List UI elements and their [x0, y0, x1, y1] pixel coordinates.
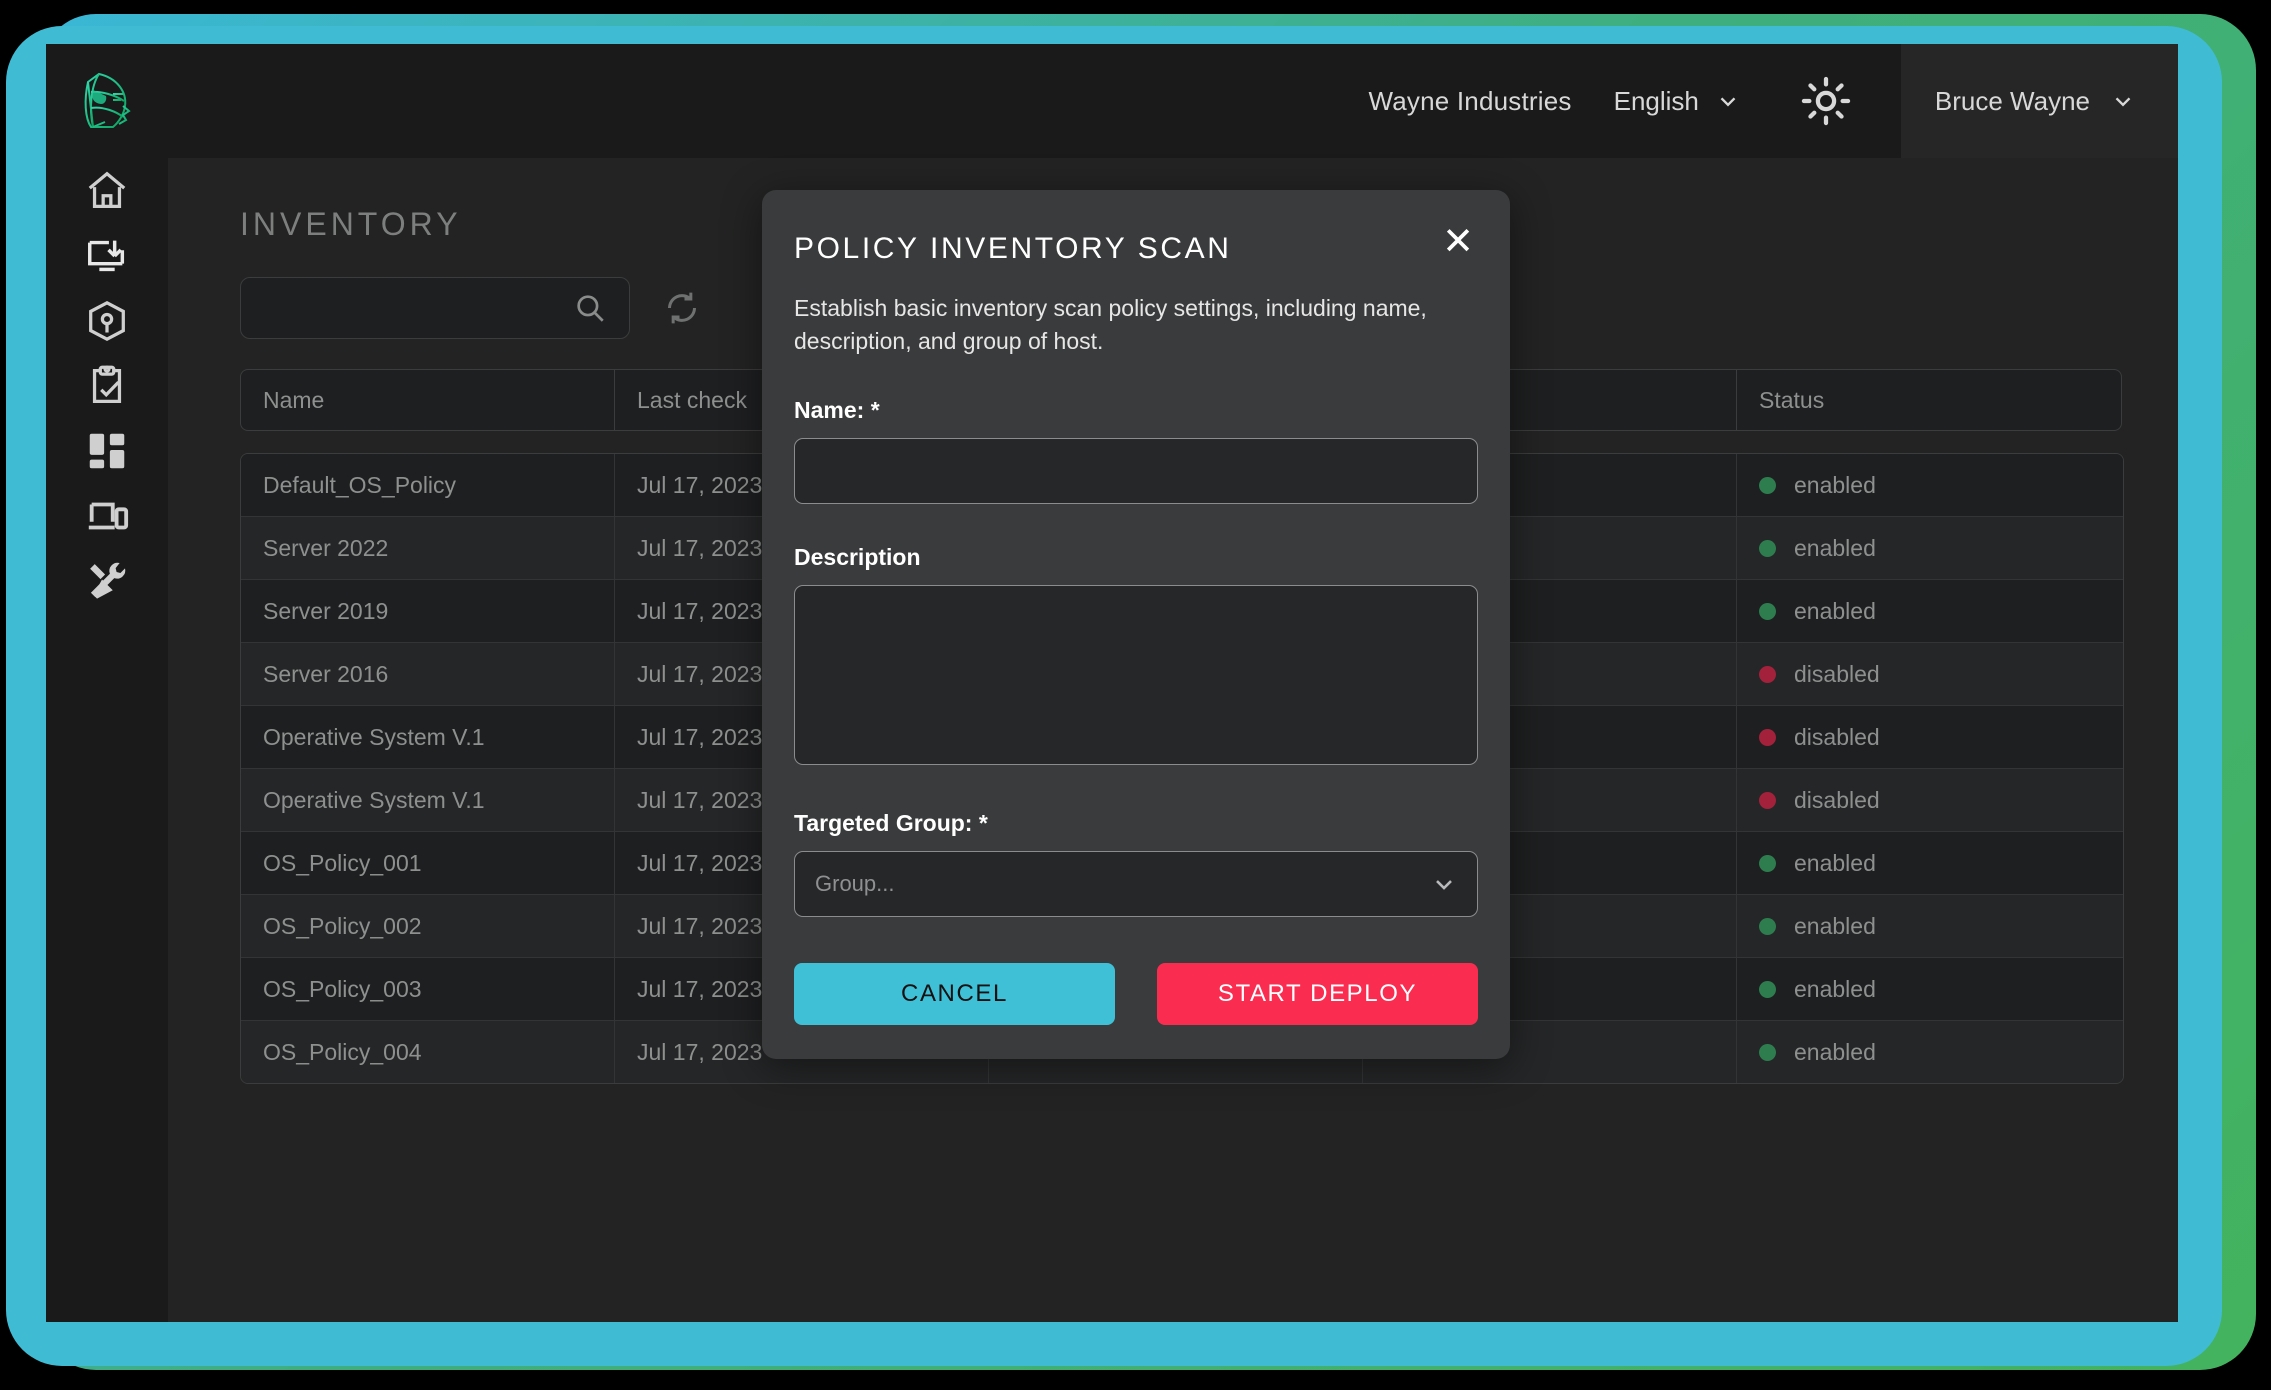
targeted-group-field-label: Targeted Group: * [794, 810, 988, 837]
modal-overlay: POLICY INVENTORY SCAN ✕ Establish basic … [46, 44, 2178, 1322]
app-window: Wayne Industries English Bruce Wayne INV… [46, 44, 2178, 1322]
modal-actions: CANCEL START DEPLOY [794, 963, 1478, 1026]
description-textarea[interactable] [794, 585, 1478, 766]
targeted-group-select[interactable]: Group... [794, 851, 1478, 918]
modal-header: POLICY INVENTORY SCAN ✕ [794, 223, 1478, 266]
description-field-label: Description [794, 544, 921, 571]
name-field-label: Name: * [794, 397, 880, 424]
targeted-group-select-wrap: Group... [794, 851, 1478, 918]
cancel-button[interactable]: CANCEL [794, 963, 1115, 1026]
targeted-group-value: Group... [815, 871, 895, 897]
start-deploy-button[interactable]: START DEPLOY [1157, 963, 1478, 1026]
modal-title: POLICY INVENTORY SCAN [794, 232, 1232, 265]
close-x-icon[interactable]: ✕ [1438, 223, 1478, 261]
name-input[interactable] [794, 438, 1478, 505]
policy-inventory-scan-modal: POLICY INVENTORY SCAN ✕ Establish basic … [762, 190, 1510, 1060]
modal-description: Establish basic inventory scan policy se… [794, 295, 1427, 354]
